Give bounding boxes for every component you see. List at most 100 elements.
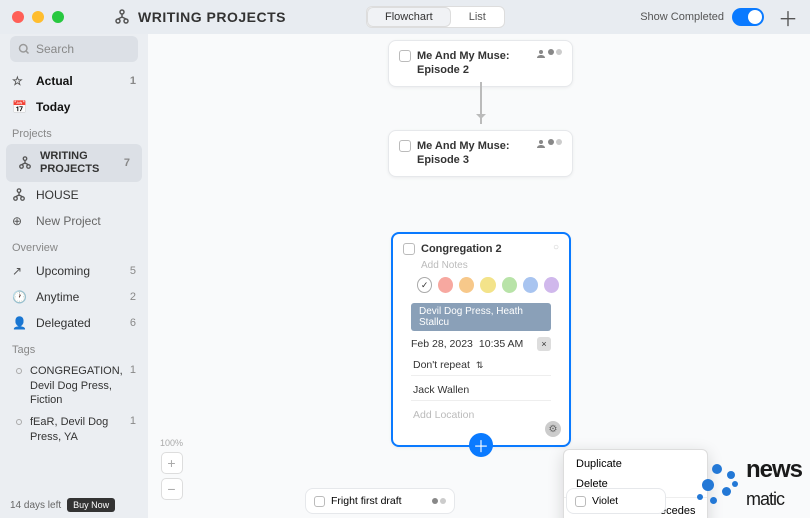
task-title: Violet — [592, 495, 618, 507]
close-icon[interactable]: ○ — [553, 242, 559, 253]
tag-bullet-icon — [16, 368, 22, 374]
canvas[interactable]: Me And My Muse: Episode 2 Me And My Muse… — [148, 34, 810, 518]
zoom-level: 100% — [160, 438, 183, 448]
color-yellow[interactable] — [480, 277, 495, 293]
arrow-icon: ↗ — [12, 264, 28, 278]
color-green[interactable] — [502, 277, 517, 293]
date-row[interactable]: Feb 28, 2023 10:35 AM × — [411, 337, 551, 351]
sidebar-item-actual[interactable]: ☆ Actual 1 — [0, 68, 148, 94]
repeat-select[interactable]: Don't repeat ⇅ — [411, 355, 551, 376]
tag-pill[interactable]: Devil Dog Press, Heath Stallcu — [411, 303, 551, 331]
star-icon: ☆ — [12, 74, 28, 88]
section-overview: Overview — [0, 234, 148, 258]
location-input[interactable]: Add Location — [411, 405, 551, 425]
sidebar-item-label: Upcoming — [36, 264, 90, 278]
repeat-value: Don't repeat — [413, 359, 470, 371]
tab-list[interactable]: List — [451, 7, 504, 27]
tag-bullet-icon — [16, 419, 22, 425]
notes-input[interactable]: Add Notes — [421, 260, 559, 271]
calendar-icon: 📅 — [12, 100, 28, 114]
flowchart-icon — [18, 156, 32, 170]
task-title: Congregation 2 — [421, 242, 553, 256]
sidebar-item-label: CONGREGATION, Devil Dog Press, Fiction — [30, 364, 130, 407]
tab-flowchart[interactable]: Flowchart — [367, 7, 451, 27]
person-icon — [536, 49, 546, 59]
color-red[interactable] — [438, 277, 453, 293]
time-value: 10:35 AM — [479, 338, 523, 350]
sidebar-item-house[interactable]: HOUSE — [0, 182, 148, 208]
assignee-field[interactable]: Jack Wallen — [411, 380, 551, 401]
color-picker: ✓ — [417, 277, 559, 293]
sidebar-item-today[interactable]: 📅 Today — [0, 94, 148, 120]
search-input[interactable]: Search — [10, 36, 138, 62]
clock-icon: 🕐 — [12, 290, 28, 304]
sidebar-item-label: HOUSE — [36, 188, 79, 202]
sidebar-item-delegated[interactable]: 👤 Delegated 6 — [0, 310, 148, 336]
view-switcher: Flowchart List — [366, 6, 505, 28]
task-card-violet[interactable]: Violet — [566, 488, 666, 514]
count-badge: 2 — [130, 291, 136, 303]
page-title: WRITING PROJECTS — [138, 9, 286, 25]
sidebar: Search ☆ Actual 1 📅 Today Projects WRITI… — [0, 34, 148, 518]
flowchart-icon — [114, 9, 130, 25]
add-task-below-button[interactable]: ＋ — [469, 433, 493, 457]
count-badge: 1 — [130, 75, 136, 87]
sidebar-item-label: WRITING PROJECTS — [40, 150, 124, 176]
count-badge: 6 — [130, 317, 136, 329]
zoom-out-button[interactable]: − — [161, 478, 183, 500]
sidebar-item-label: fEaR, Devil Dog Press, YA — [30, 415, 130, 444]
checkbox[interactable] — [403, 243, 415, 255]
color-blue[interactable] — [523, 277, 538, 293]
watermark-logo-icon — [692, 459, 742, 509]
checkbox[interactable] — [399, 140, 411, 152]
connector-arrow — [480, 82, 482, 124]
trial-days: 14 days left — [10, 500, 61, 511]
date-value: Feb 28, 2023 — [411, 338, 473, 350]
close-window-icon[interactable] — [12, 11, 24, 23]
sidebar-item-anytime[interactable]: 🕐 Anytime 2 — [0, 284, 148, 310]
minimize-window-icon[interactable] — [32, 11, 44, 23]
sidebar-item-label: Anytime — [36, 290, 79, 304]
section-projects: Projects — [0, 120, 148, 144]
add-button[interactable]: ＋ — [778, 3, 798, 32]
sidebar-item-upcoming[interactable]: ↗ Upcoming 5 — [0, 258, 148, 284]
task-card-ep3[interactable]: Me And My Muse: Episode 3 — [388, 130, 573, 177]
show-completed-label: Show Completed — [640, 11, 724, 23]
new-project-button[interactable]: ⊕ New Project — [0, 208, 148, 234]
sidebar-item-label: New Project — [36, 214, 101, 228]
count-badge: 7 — [124, 157, 130, 169]
count-badge: 1 — [130, 364, 136, 376]
count-badge: 1 — [130, 415, 136, 427]
zoom-in-button[interactable]: + — [161, 452, 183, 474]
sidebar-tag-congregation[interactable]: CONGREGATION, Devil Dog Press, Fiction 1 — [0, 360, 148, 411]
clear-date-icon[interactable]: × — [537, 337, 551, 351]
task-meta — [536, 139, 562, 149]
search-icon — [18, 43, 30, 55]
color-orange[interactable] — [459, 277, 474, 293]
checkbox[interactable] — [314, 496, 325, 507]
trial-footer: 14 days left Buy Now — [0, 492, 148, 518]
sidebar-item-writing-projects[interactable]: WRITING PROJECTS 7 — [6, 144, 142, 182]
checkbox[interactable] — [575, 496, 586, 507]
maximize-window-icon[interactable] — [52, 11, 64, 23]
sidebar-tag-fear[interactable]: fEaR, Devil Dog Press, YA 1 — [0, 411, 148, 448]
gear-icon[interactable]: ⚙ — [545, 421, 561, 437]
flowchart-icon — [12, 188, 28, 202]
task-title: Fright first draft — [331, 495, 402, 507]
sidebar-item-label: Delegated — [36, 316, 91, 330]
search-placeholder: Search — [36, 42, 74, 56]
show-completed-toggle[interactable] — [732, 8, 764, 26]
count-badge: 5 — [130, 265, 136, 277]
task-card-congregation[interactable]: Congregation 2 ○ Add Notes ✓ Devil Dog P… — [391, 232, 571, 447]
chevron-updown-icon: ⇅ — [476, 360, 484, 371]
checkbox[interactable] — [399, 50, 411, 62]
task-card-fright[interactable]: Fright first draft — [305, 488, 455, 514]
titlebar: WRITING PROJECTS Flowchart List Show Com… — [0, 0, 810, 34]
buy-now-button[interactable]: Buy Now — [67, 498, 115, 512]
watermark: newsmatic — [692, 456, 802, 512]
color-none[interactable]: ✓ — [417, 277, 432, 293]
task-card-ep2[interactable]: Me And My Muse: Episode 2 — [388, 40, 573, 87]
color-purple[interactable] — [544, 277, 559, 293]
person-icon — [536, 139, 546, 149]
menu-duplicate[interactable]: Duplicate — [564, 454, 707, 474]
